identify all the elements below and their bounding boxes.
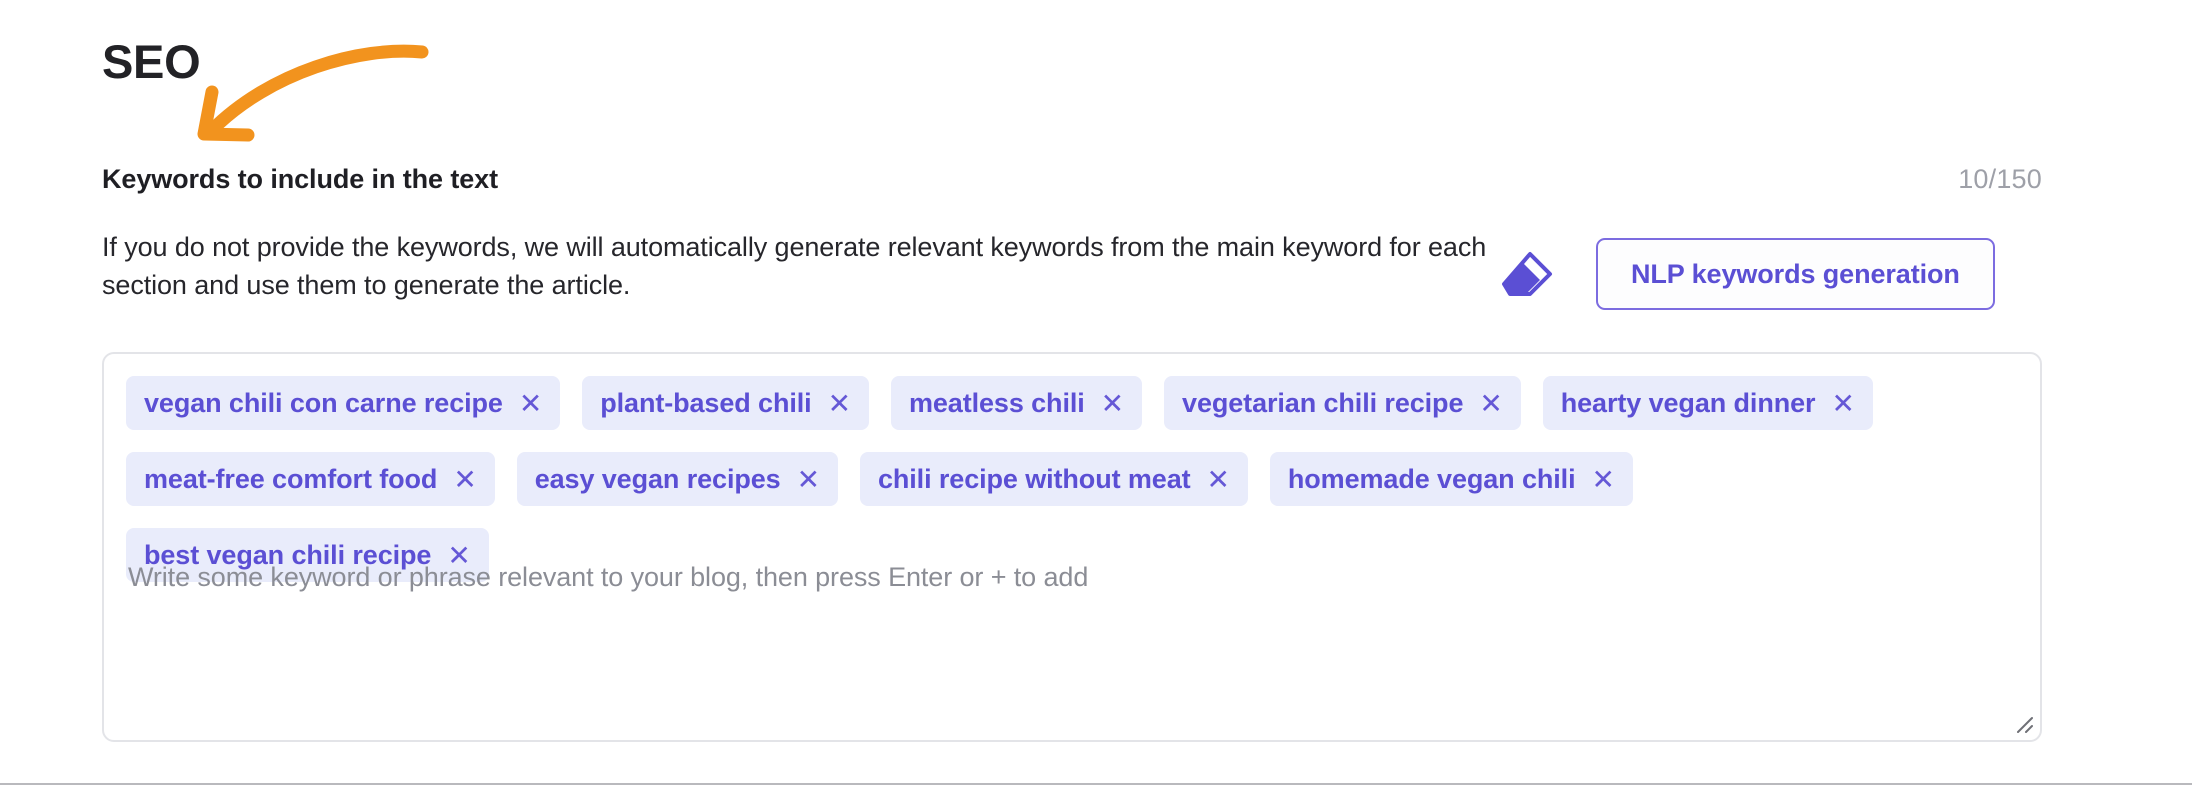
keyword-chip-label: easy vegan recipes <box>534 464 781 494</box>
nlp-keywords-generation-button[interactable]: NLP keywords generation <box>1596 238 1995 310</box>
keyword-chip-remove-icon[interactable]: ✕ <box>453 466 476 494</box>
keywords-description: If you do not provide the keywords, we w… <box>102 232 1487 301</box>
keyword-chip[interactable]: plant-based chili ✕ <box>582 376 869 430</box>
keywords-description-row: If you do not provide the keywords, we w… <box>102 228 2042 310</box>
keyword-chip[interactable]: vegan chili con carne recipe ✕ <box>126 376 561 430</box>
keyword-chip[interactable]: chili recipe without meat ✕ <box>859 452 1248 506</box>
keyword-chip-remove-icon[interactable]: ✕ <box>797 466 820 494</box>
keyword-chip-label: hearty vegan dinner <box>1560 388 1816 418</box>
keywords-actions: NLP keywords generation <box>1500 238 1995 310</box>
keyword-chip-remove-icon[interactable]: ✕ <box>1101 390 1124 418</box>
keyword-chip-remove-icon[interactable]: ✕ <box>1591 466 1614 494</box>
keyword-chip-remove-icon[interactable]: ✕ <box>828 390 851 418</box>
keywords-label-row: Keywords to include in the text 10/150 <box>102 164 2042 195</box>
keyword-chip[interactable]: meatless chili ✕ <box>890 376 1143 430</box>
keywords-input-placeholder[interactable]: Write some keyword or phrase relevant to… <box>128 562 1088 593</box>
page-title: SEO <box>102 35 201 88</box>
keyword-chip-remove-icon[interactable]: ✕ <box>1479 390 1502 418</box>
keyword-chip[interactable]: meat-free comfort food ✕ <box>126 452 495 506</box>
keyword-chip-label: plant-based chili <box>600 388 812 418</box>
keyword-chip-label: vegetarian chili recipe <box>1182 388 1464 418</box>
keyword-chip-label: meat-free comfort food <box>144 464 438 494</box>
curved-arrow-icon <box>197 44 429 142</box>
keyword-chip-label: meatless chili <box>908 388 1085 418</box>
keyword-chip-label: vegan chili con carne recipe <box>144 388 503 418</box>
eraser-icon[interactable] <box>1500 248 1556 300</box>
keyword-chip-label: homemade vegan chili <box>1287 464 1576 494</box>
keyword-chip[interactable]: easy vegan recipes ✕ <box>516 452 838 506</box>
keyword-chip-label: chili recipe without meat <box>877 464 1191 494</box>
keyword-chip-remove-icon[interactable]: ✕ <box>1831 390 1854 418</box>
keywords-input-box[interactable]: vegan chili con carne recipe ✕ plant-based… <box>102 352 2042 742</box>
section-divider <box>0 783 2192 785</box>
resize-handle-icon[interactable] <box>2008 708 2034 734</box>
keyword-chip-remove-icon[interactable]: ✕ <box>519 390 542 418</box>
seo-section-panel: SEO Keywords to include in the text 10/1… <box>0 0 2192 794</box>
keyword-chip[interactable]: homemade vegan chili ✕ <box>1269 452 1633 506</box>
keyword-chip-remove-icon[interactable]: ✕ <box>1207 466 1230 494</box>
keywords-label: Keywords to include in the text <box>102 164 498 194</box>
keyword-chip[interactable]: vegetarian chili recipe ✕ <box>1164 376 1521 430</box>
keyword-chip[interactable]: hearty vegan dinner ✕ <box>1542 376 1873 430</box>
keywords-counter: 10/150 <box>1958 164 2042 194</box>
